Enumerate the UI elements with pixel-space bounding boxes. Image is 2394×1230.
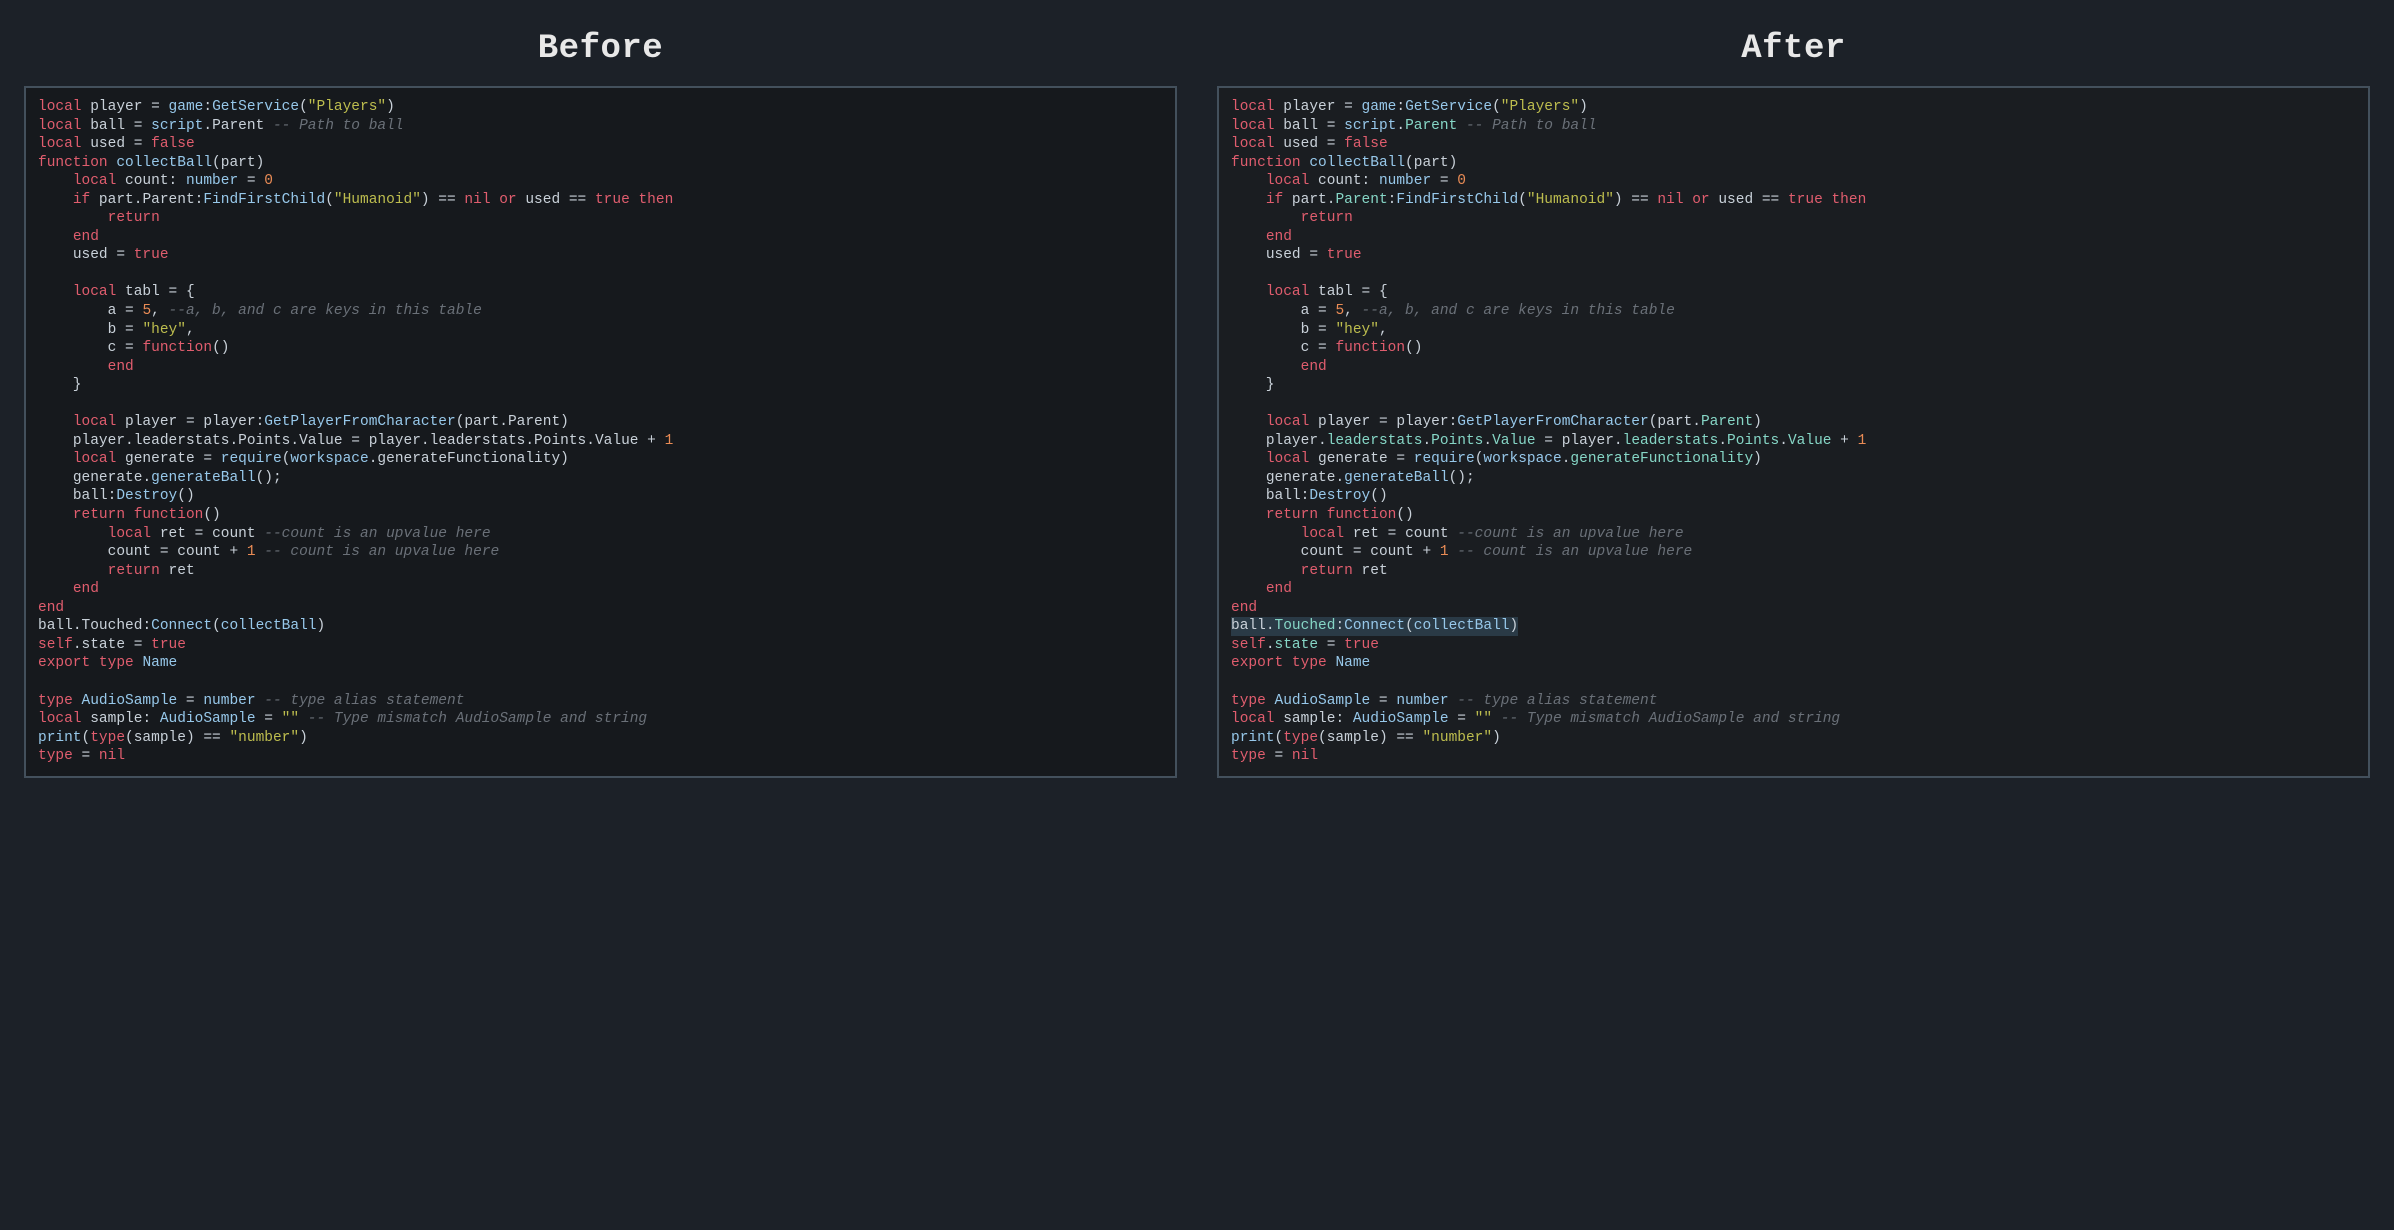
code-line: generate.generateBall(); [1231, 470, 1475, 486]
code-line [38, 674, 47, 690]
code-line: local count: number = 0 [1231, 173, 1466, 189]
code-line: type = nil [1231, 748, 1318, 764]
before-code: local player = game:GetService("Players"… [24, 86, 1177, 778]
code-line: local sample: AudioSample = "" -- Type m… [38, 711, 647, 727]
code-line: export type Name [1231, 655, 1370, 671]
code-line: return ret [38, 563, 195, 579]
code-line: end [38, 600, 64, 616]
code-line: end [1231, 229, 1292, 245]
code-line: local tabl = { [38, 284, 195, 300]
code-line: local player = player:GetPlayerFromChara… [38, 414, 569, 430]
code-line: local ret = count --count is an upvalue … [1231, 526, 1684, 542]
code-line: used = true [38, 247, 169, 263]
code-line: print(type(sample) == "number") [1231, 730, 1501, 746]
after-column: After local player = game:GetService("Pl… [1217, 30, 2370, 778]
code-line: local player = game:GetService("Players"… [1231, 99, 1588, 115]
code-line: local generate = require(workspace.gener… [1231, 451, 1762, 467]
code-line: self.state = true [1231, 637, 1379, 653]
after-heading: After [1217, 30, 2370, 68]
code-line: print(type(sample) == "number") [38, 730, 308, 746]
before-column: Before local player = game:GetService("P… [24, 30, 1177, 778]
code-line: ball:Destroy() [1231, 488, 1388, 504]
code-line: end [38, 359, 134, 375]
comparison-root: Before local player = game:GetService("P… [0, 0, 2394, 808]
code-line: player.leaderstats.Points.Value = player… [38, 433, 673, 449]
code-line: } [38, 377, 82, 393]
code-line: local generate = require(workspace.gener… [38, 451, 569, 467]
code-line: count = count + 1 -- count is an upvalue… [38, 544, 499, 560]
code-line: b = "hey", [1231, 322, 1388, 338]
code-line: end [38, 581, 99, 597]
code-line: local ball = script.Parent -- Path to ba… [38, 118, 404, 134]
code-line: return [1231, 210, 1353, 226]
code-line: generate.generateBall(); [38, 470, 282, 486]
code-line: c = function() [1231, 340, 1422, 356]
code-line: count = count + 1 -- count is an upvalue… [1231, 544, 1692, 560]
code-line: if part.Parent:FindFirstChild("Humanoid"… [38, 192, 673, 208]
code-line: ball.Touched:Connect(collectBall) [1231, 617, 1518, 636]
code-line: local tabl = { [1231, 284, 1388, 300]
code-line: local used = false [38, 136, 195, 152]
code-line: self.state = true [38, 637, 186, 653]
code-line: local used = false [1231, 136, 1388, 152]
code-line: ball:Destroy() [38, 488, 195, 504]
code-line: return function() [38, 507, 221, 523]
code-line [38, 396, 47, 412]
code-line: return function() [1231, 507, 1414, 523]
before-heading: Before [24, 30, 1177, 68]
code-line: function collectBall(part) [1231, 155, 1457, 171]
code-line: function collectBall(part) [38, 155, 264, 171]
code-line: c = function() [38, 340, 229, 356]
code-line: local count: number = 0 [38, 173, 273, 189]
code-line: type AudioSample = number -- type alias … [38, 693, 464, 709]
code-line: local player = game:GetService("Players"… [38, 99, 395, 115]
code-line: type = nil [38, 748, 125, 764]
code-line: return [38, 210, 160, 226]
code-line: a = 5, --a, b, and c are keys in this ta… [1231, 303, 1675, 319]
code-line: end [1231, 581, 1292, 597]
code-line: end [1231, 600, 1257, 616]
code-line: local ball = script.Parent -- Path to ba… [1231, 118, 1597, 134]
code-line [1231, 266, 1240, 282]
code-line [1231, 396, 1240, 412]
code-line: end [38, 229, 99, 245]
code-line: if part.Parent:FindFirstChild("Humanoid"… [1231, 192, 1866, 208]
code-line: used = true [1231, 247, 1362, 263]
code-line: type AudioSample = number -- type alias … [1231, 693, 1657, 709]
after-code: local player = game:GetService("Players"… [1217, 86, 2370, 778]
code-line [1231, 674, 1240, 690]
code-line: player.leaderstats.Points.Value = player… [1231, 433, 1866, 449]
code-line [38, 266, 47, 282]
code-line: return ret [1231, 563, 1388, 579]
code-line: export type Name [38, 655, 177, 671]
code-line: ball.Touched:Connect(collectBall) [38, 618, 325, 634]
code-line: local ret = count --count is an upvalue … [38, 526, 491, 542]
code-line: } [1231, 377, 1275, 393]
code-line: a = 5, --a, b, and c are keys in this ta… [38, 303, 482, 319]
code-line: local sample: AudioSample = "" -- Type m… [1231, 711, 1840, 727]
code-line: local player = player:GetPlayerFromChara… [1231, 414, 1762, 430]
code-line: end [1231, 359, 1327, 375]
code-line: b = "hey", [38, 322, 195, 338]
